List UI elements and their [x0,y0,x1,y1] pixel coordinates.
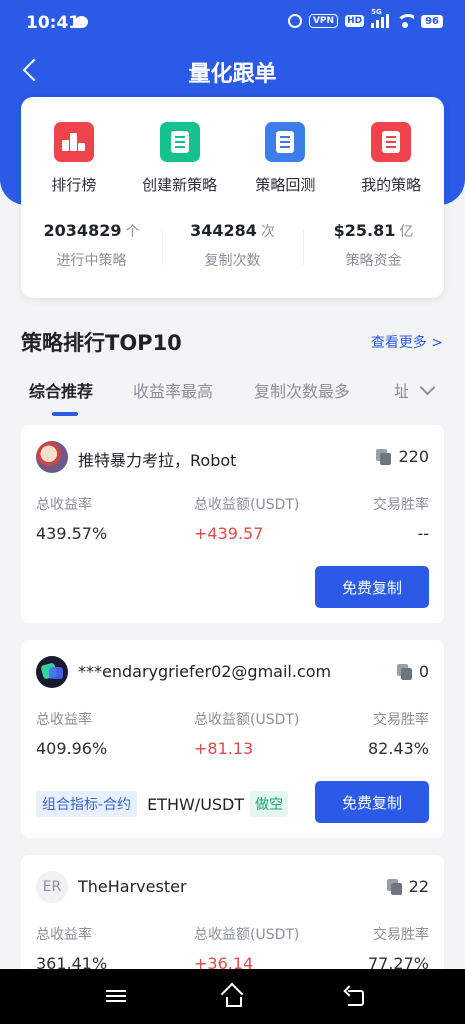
metric-label: 总收益额(USDT) [194,712,300,728]
copy-icon [386,878,402,895]
chevron-down-icon[interactable] [418,380,438,400]
status-indicators: VPN HD 5G 96 [287,8,443,28]
copy-count-value: 0 [418,662,429,681]
overview-card: 排行榜 创建新策略 策略回测 我的策略 2034829 个 进行中策略 34428… [21,97,444,298]
quick-action-backtest[interactable]: 策略回测 [233,122,339,195]
metric-label: 总收益额(USDT) [194,497,300,513]
strategy-name: TheHarvester [78,877,187,896]
strategy-metrics: 总收益率 361.41% 总收益额(USDT) +36.14 交易胜率 77.2… [36,924,429,974]
network-type: 5G [371,8,382,16]
copy-count: 0 [396,662,429,681]
metric-label: 总收益率 [36,927,92,943]
status-time: 10:41 [26,13,81,33]
tab-highest-return[interactable]: 收益率最高 [133,378,213,402]
copy-icon [396,663,412,680]
stat-copy-count: 344284 次 复制次数 [162,221,303,270]
home-icon[interactable] [220,985,244,1007]
back-icon[interactable] [344,986,366,1006]
strategy-card[interactable]: ***endarygriefer02@gmail.com 0 总收益率 409.… [21,640,444,838]
wifi-icon [396,14,415,28]
see-more-link[interactable]: 查看更多 > [371,332,443,352]
tab-recommended[interactable]: 综合推荐 [29,378,93,402]
free-copy-button[interactable]: 免费复制 [315,781,429,823]
strategy-metrics: 总收益率 409.96% 总收益额(USDT) +81.13 交易胜率 82.4… [36,709,429,759]
stat-label: 策略资金 [345,253,402,269]
copy-count: 22 [386,877,429,896]
menu-icon[interactable] [106,988,126,1004]
quick-action-my-strategy[interactable]: 我的策略 [338,122,444,195]
ranking-icon [53,122,94,162]
tab-partial[interactable]: 址 [394,378,408,402]
stat-unit: 亿 [399,224,414,240]
hd-icon: HD [345,15,365,27]
signal-icon: 5G [371,8,390,28]
strategy-metrics: 总收益率 439.57% 总收益额(USDT) +439.57 交易胜率 -- [36,494,429,544]
system-nav-bar [0,969,465,1024]
win-rate: 82.43% [367,739,429,758]
quick-action-create-strategy[interactable]: 创建新策略 [127,122,233,195]
chat-notification-icon [75,16,88,28]
metric-label: 总收益率 [36,712,92,728]
strategy-tags: 组合指标-合约 ETHW/USDT 做空 [36,791,289,817]
stat-unit: 次 [260,224,275,240]
strategy-card[interactable]: 推特暴力考拉，Robot 220 总收益率 439.57% 总收益额(USDT)… [21,425,444,623]
stat-label: 进行中策略 [56,253,127,269]
copy-count-value: 220 [398,447,429,466]
quick-action-label: 策略回测 [255,176,316,194]
stat-value: $25.81 [333,221,396,240]
metric-label: 总收益额(USDT) [194,927,300,943]
stat-strategy-funds: $25.81 亿 策略资金 [303,221,444,270]
metric-label: 交易胜率 [373,927,429,943]
vpn-icon: VPN [308,14,339,28]
copy-count: 220 [376,447,429,466]
metric-label: 交易胜率 [373,712,429,728]
copy-icon [376,448,392,465]
return-amount: +439.57 [194,524,264,543]
stat-active-strategies: 2034829 个 进行中策略 [21,221,162,270]
avatar [36,656,68,688]
status-bar: 10:41 VPN HD 5G 96 [0,0,465,48]
strategy-name: 推特暴力考拉，Robot [78,451,237,470]
copy-count-value: 22 [408,877,429,896]
avatar: ER [36,871,68,903]
strategy-name: ***endarygriefer02@gmail.com [78,662,332,681]
battery-icon: 96 [421,14,443,28]
stat-label: 复制次数 [204,253,261,269]
return-amount: +81.13 [194,739,254,758]
active-tab-indicator [52,412,78,416]
direction-tag: 做空 [250,791,289,817]
backtest-icon [265,122,306,162]
create-strategy-icon [159,122,200,162]
return-rate: 409.96% [36,739,108,758]
trading-pair: ETHW/USDT [147,794,245,814]
quick-action-label: 排行榜 [51,176,97,194]
stats-row: 2034829 个 进行中策略 344284 次 复制次数 $25.81 亿 策略资金 [21,221,444,270]
page-title: 量化跟单 [188,62,277,87]
my-strategy-icon [371,122,412,162]
quick-action-label: 创建新策略 [142,176,218,194]
tab-most-copied[interactable]: 复制次数最多 [254,378,350,402]
app-header: 量化跟单 [0,48,465,92]
strategy-tabs: 综合推荐 收益率最高 复制次数最多 址 [0,368,465,416]
avatar [36,441,68,473]
win-rate: -- [417,524,429,543]
strategy-type-tag: 组合指标-合约 [36,791,138,817]
stat-unit: 个 [125,224,140,240]
alarm-icon [287,14,302,28]
section-title: 策略排行TOP10 [21,331,182,355]
stat-value: 344284 [190,221,257,240]
free-copy-button[interactable]: 免费复制 [315,566,429,608]
metric-label: 总收益率 [36,497,92,513]
metric-label: 交易胜率 [373,497,429,513]
stat-value: 2034829 [43,221,122,240]
return-rate: 439.57% [36,524,108,543]
quick-actions: 排行榜 创建新策略 策略回测 我的策略 [21,122,444,195]
quick-action-label: 我的策略 [361,176,422,194]
quick-action-ranking[interactable]: 排行榜 [21,122,127,195]
